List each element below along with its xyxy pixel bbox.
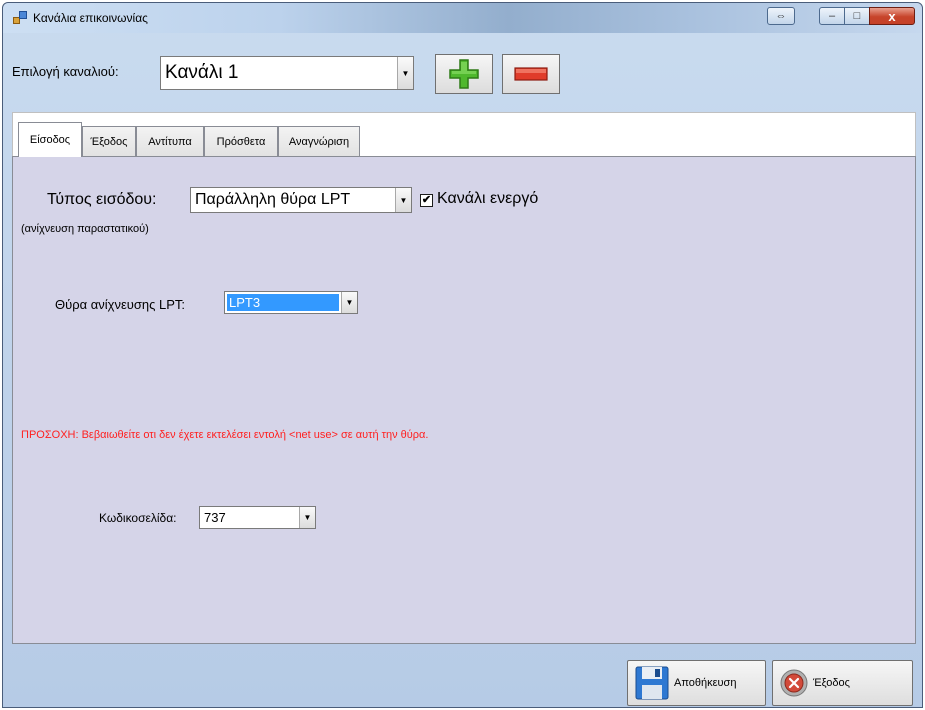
codepage-select[interactable]: 737 ▼	[199, 506, 316, 529]
window-title: Κανάλια επικοινωνίας	[33, 11, 148, 25]
exit-button-label: Έξοδος	[813, 677, 850, 689]
chevron-down-icon[interactable]: ▼	[397, 57, 413, 89]
chevron-down-icon[interactable]: ▼	[341, 292, 357, 313]
warning-text: ΠΡΟΣΟΧΗ: Βεβαιωθείτε οτι δεν έχετε εκτελ…	[21, 429, 429, 441]
app-icon	[13, 11, 27, 25]
tab-copies[interactable]: Αντίτυπα	[136, 126, 204, 156]
minimize-button[interactable]: –	[819, 7, 845, 25]
lpt-port-value: LPT3	[227, 294, 339, 311]
chevron-down-icon[interactable]: ▼	[395, 188, 411, 212]
chevron-down-icon[interactable]: ▼	[299, 507, 315, 528]
channel-active-checkbox[interactable]: ✔	[420, 194, 433, 207]
tab-input[interactable]: Είσοδος	[18, 122, 82, 157]
tab-page-input: Τύπος εισόδου: Παράλληλη θύρα LPT ▼ ✔ Κα…	[12, 156, 916, 644]
codepage-label: Κωδικοσελίδα:	[99, 511, 177, 525]
tab-extras[interactable]: Πρόσθετα	[204, 126, 278, 156]
maximize-button[interactable]: □	[844, 7, 870, 25]
input-type-note: (ανίχνευση παραστατικού)	[21, 223, 149, 235]
input-type-select[interactable]: Παράλληλη θύρα LPT ▼	[190, 187, 412, 213]
close-button[interactable]: x	[869, 7, 915, 25]
channel-label: Επιλογή καναλιού:	[12, 64, 119, 79]
title-bar[interactable]: Κανάλια επικοινωνίας ⇔ – □ x	[3, 3, 922, 33]
input-type-value: Παράλληλη θύρα LPT	[195, 191, 351, 208]
exit-icon	[780, 669, 808, 697]
tab-recognition[interactable]: Αναγνώριση	[278, 126, 360, 156]
add-channel-button[interactable]	[435, 54, 493, 94]
remove-channel-button[interactable]	[502, 54, 560, 94]
input-type-label: Τύπος εισόδου:	[47, 191, 157, 208]
channel-select[interactable]: Κανάλι 1 ▼	[160, 56, 414, 90]
swap-icon[interactable]: ⇔	[767, 7, 795, 25]
save-button[interactable]: Αποθήκευση	[627, 660, 766, 706]
plus-icon	[449, 59, 479, 89]
channel-active-label: Κανάλι ενεργό	[437, 190, 539, 207]
exit-button[interactable]: Έξοδος	[772, 660, 913, 706]
tab-output[interactable]: Έξοδος	[82, 126, 136, 156]
save-button-label: Αποθήκευση	[674, 677, 737, 689]
minus-icon	[514, 67, 548, 81]
lpt-port-select[interactable]: LPT3 ▼	[224, 291, 358, 314]
channel-select-value: Κανάλι 1	[165, 62, 239, 83]
codepage-value: 737	[204, 510, 226, 525]
floppy-disk-icon	[635, 666, 669, 700]
lpt-port-label: Θύρα ανίχνευσης LPT:	[55, 297, 186, 312]
